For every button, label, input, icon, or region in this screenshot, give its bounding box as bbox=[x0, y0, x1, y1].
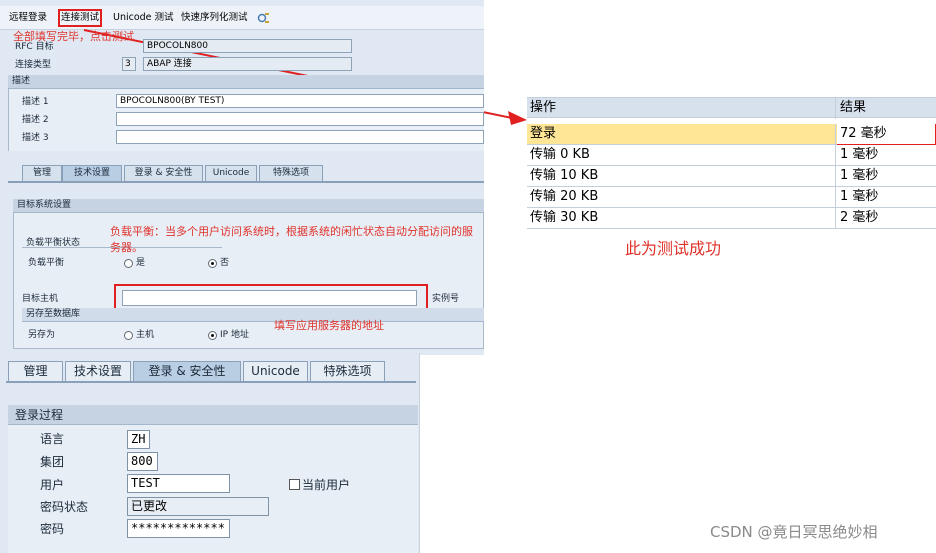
load-balance-no-radio[interactable] bbox=[208, 259, 217, 268]
table-row[interactable]: 传输 0 KB 1 毫秒 bbox=[527, 145, 936, 166]
cell-action: 传输 0 KB bbox=[527, 145, 836, 166]
table-row[interactable]: 传输 10 KB 1 毫秒 bbox=[527, 166, 936, 187]
annotation-test-success: 此为测试成功 bbox=[625, 239, 722, 258]
description-2-input[interactable] bbox=[116, 112, 484, 126]
language-label: 语言 bbox=[40, 432, 65, 446]
tab-technical-settings[interactable]: 技术设置 bbox=[62, 165, 122, 181]
save-as-label: 另存为 bbox=[28, 330, 56, 340]
load-balance-yes-radio[interactable] bbox=[124, 259, 133, 268]
description-3-input[interactable] bbox=[116, 130, 484, 144]
client-input[interactable]: 800 bbox=[127, 452, 158, 471]
cell-result: 1 毫秒 bbox=[840, 189, 879, 204]
tab-unicode[interactable]: Unicode bbox=[205, 165, 257, 181]
description-3-label: 描述 3 bbox=[22, 133, 49, 143]
save-as-host-label: 主机 bbox=[136, 330, 155, 340]
table-row[interactable]: 传输 20 KB 1 毫秒 bbox=[527, 187, 936, 208]
load-balance-no-label: 否 bbox=[220, 258, 230, 268]
description-header: 描述 bbox=[8, 75, 484, 89]
rfc-destination-field: BPOCOLN800 bbox=[143, 39, 352, 53]
description-1-label: 描述 1 bbox=[22, 97, 49, 107]
target-system-group bbox=[13, 199, 484, 349]
target-host-input[interactable] bbox=[122, 290, 417, 306]
current-user-checkbox[interactable] bbox=[289, 479, 300, 490]
column-header-result: 结果 bbox=[840, 100, 867, 115]
table-row[interactable]: 登录 72 毫秒 bbox=[527, 124, 936, 145]
logon-header-bar bbox=[8, 405, 418, 425]
connection-type-text: ABAP 连接 bbox=[143, 57, 352, 71]
save-as-ip-radio[interactable] bbox=[208, 331, 217, 340]
tab-special-options-2[interactable]: 特殊选项 bbox=[310, 361, 385, 381]
save-as-ip-label: IP 地址 bbox=[220, 330, 249, 340]
connection-type-code: 3 bbox=[122, 57, 136, 71]
tab-technical-settings-2[interactable]: 技术设置 bbox=[65, 361, 131, 381]
table-header-row: 操作 结果 bbox=[527, 97, 936, 119]
current-user-label: 当前用户 bbox=[302, 478, 351, 492]
description-1-input[interactable]: BPOCOLN800(BY TEST) bbox=[116, 94, 484, 108]
tab-admin-2[interactable]: 管理 bbox=[8, 361, 63, 381]
password-input[interactable]: ************* bbox=[127, 519, 230, 538]
target-system-header: 目标系统设置 bbox=[13, 199, 484, 213]
cell-result: 2 毫秒 bbox=[840, 210, 879, 225]
tab-admin[interactable]: 管理 bbox=[22, 165, 62, 181]
cell-result: 1 毫秒 bbox=[840, 147, 879, 162]
password-label: 密码 bbox=[40, 522, 65, 536]
language-input[interactable]: ZH bbox=[127, 430, 150, 449]
annotation-fill-complete: 全部填写完毕，点击测试 bbox=[13, 30, 134, 43]
save-as-host-radio[interactable] bbox=[124, 331, 133, 340]
logon-header: 登录过程 bbox=[15, 408, 64, 422]
cell-result: 1 毫秒 bbox=[840, 168, 879, 183]
tab-unicode-2[interactable]: Unicode bbox=[243, 361, 308, 381]
tabstrip-top: 管理 技术设置 登录 & 安全性 Unicode 特殊选项 bbox=[8, 165, 484, 181]
tab-logon-security[interactable]: 登录 & 安全性 bbox=[124, 165, 203, 181]
annotation-fill-server: 填写应用服务器的地址 bbox=[274, 319, 384, 332]
load-balance-yes-label: 是 bbox=[136, 258, 146, 268]
watermark: CSDN @竟日冥思绝妙相 bbox=[710, 523, 878, 541]
connection-type-label: 连接类型 bbox=[15, 60, 52, 70]
cell-action: 传输 10 KB bbox=[527, 166, 836, 187]
user-input[interactable]: TEST bbox=[127, 474, 230, 493]
tab-special-options[interactable]: 特殊选项 bbox=[259, 165, 323, 181]
cell-action: 传输 30 KB bbox=[527, 208, 836, 229]
description-2-label: 描述 2 bbox=[22, 115, 49, 125]
tabstrip-divider bbox=[8, 181, 484, 183]
cell-result: 72 毫秒 bbox=[837, 124, 936, 145]
client-label: 集团 bbox=[40, 455, 65, 469]
annotation-load-balance: 负载平衡：当多个用户访问系统时，根据系统的闲忙状态自动分配访问的服务器。 bbox=[110, 225, 473, 254]
cell-action: 登录 bbox=[527, 124, 836, 145]
tab-logon-security-2[interactable]: 登录 & 安全性 bbox=[133, 361, 241, 381]
password-status-label: 密码状态 bbox=[40, 500, 89, 514]
password-status-field: 已更改 bbox=[127, 497, 269, 516]
target-host-label: 目标主机 bbox=[22, 294, 59, 304]
save-to-db-header: 另存至数据库 bbox=[22, 308, 484, 322]
column-header-action: 操作 bbox=[527, 98, 836, 119]
user-label: 用户 bbox=[40, 478, 65, 492]
cell-action: 传输 20 KB bbox=[527, 187, 836, 208]
load-balance-label: 负载平衡 bbox=[28, 258, 65, 268]
logon-security-panel: 管理 技术设置 登录 & 安全性 Unicode 特殊选项 登录过程 语言 ZH… bbox=[0, 353, 420, 553]
table-row[interactable]: 传输 30 KB 2 毫秒 bbox=[527, 208, 936, 229]
instance-number-label: 实例号 bbox=[432, 294, 460, 304]
tabstrip-divider-2 bbox=[6, 381, 416, 383]
